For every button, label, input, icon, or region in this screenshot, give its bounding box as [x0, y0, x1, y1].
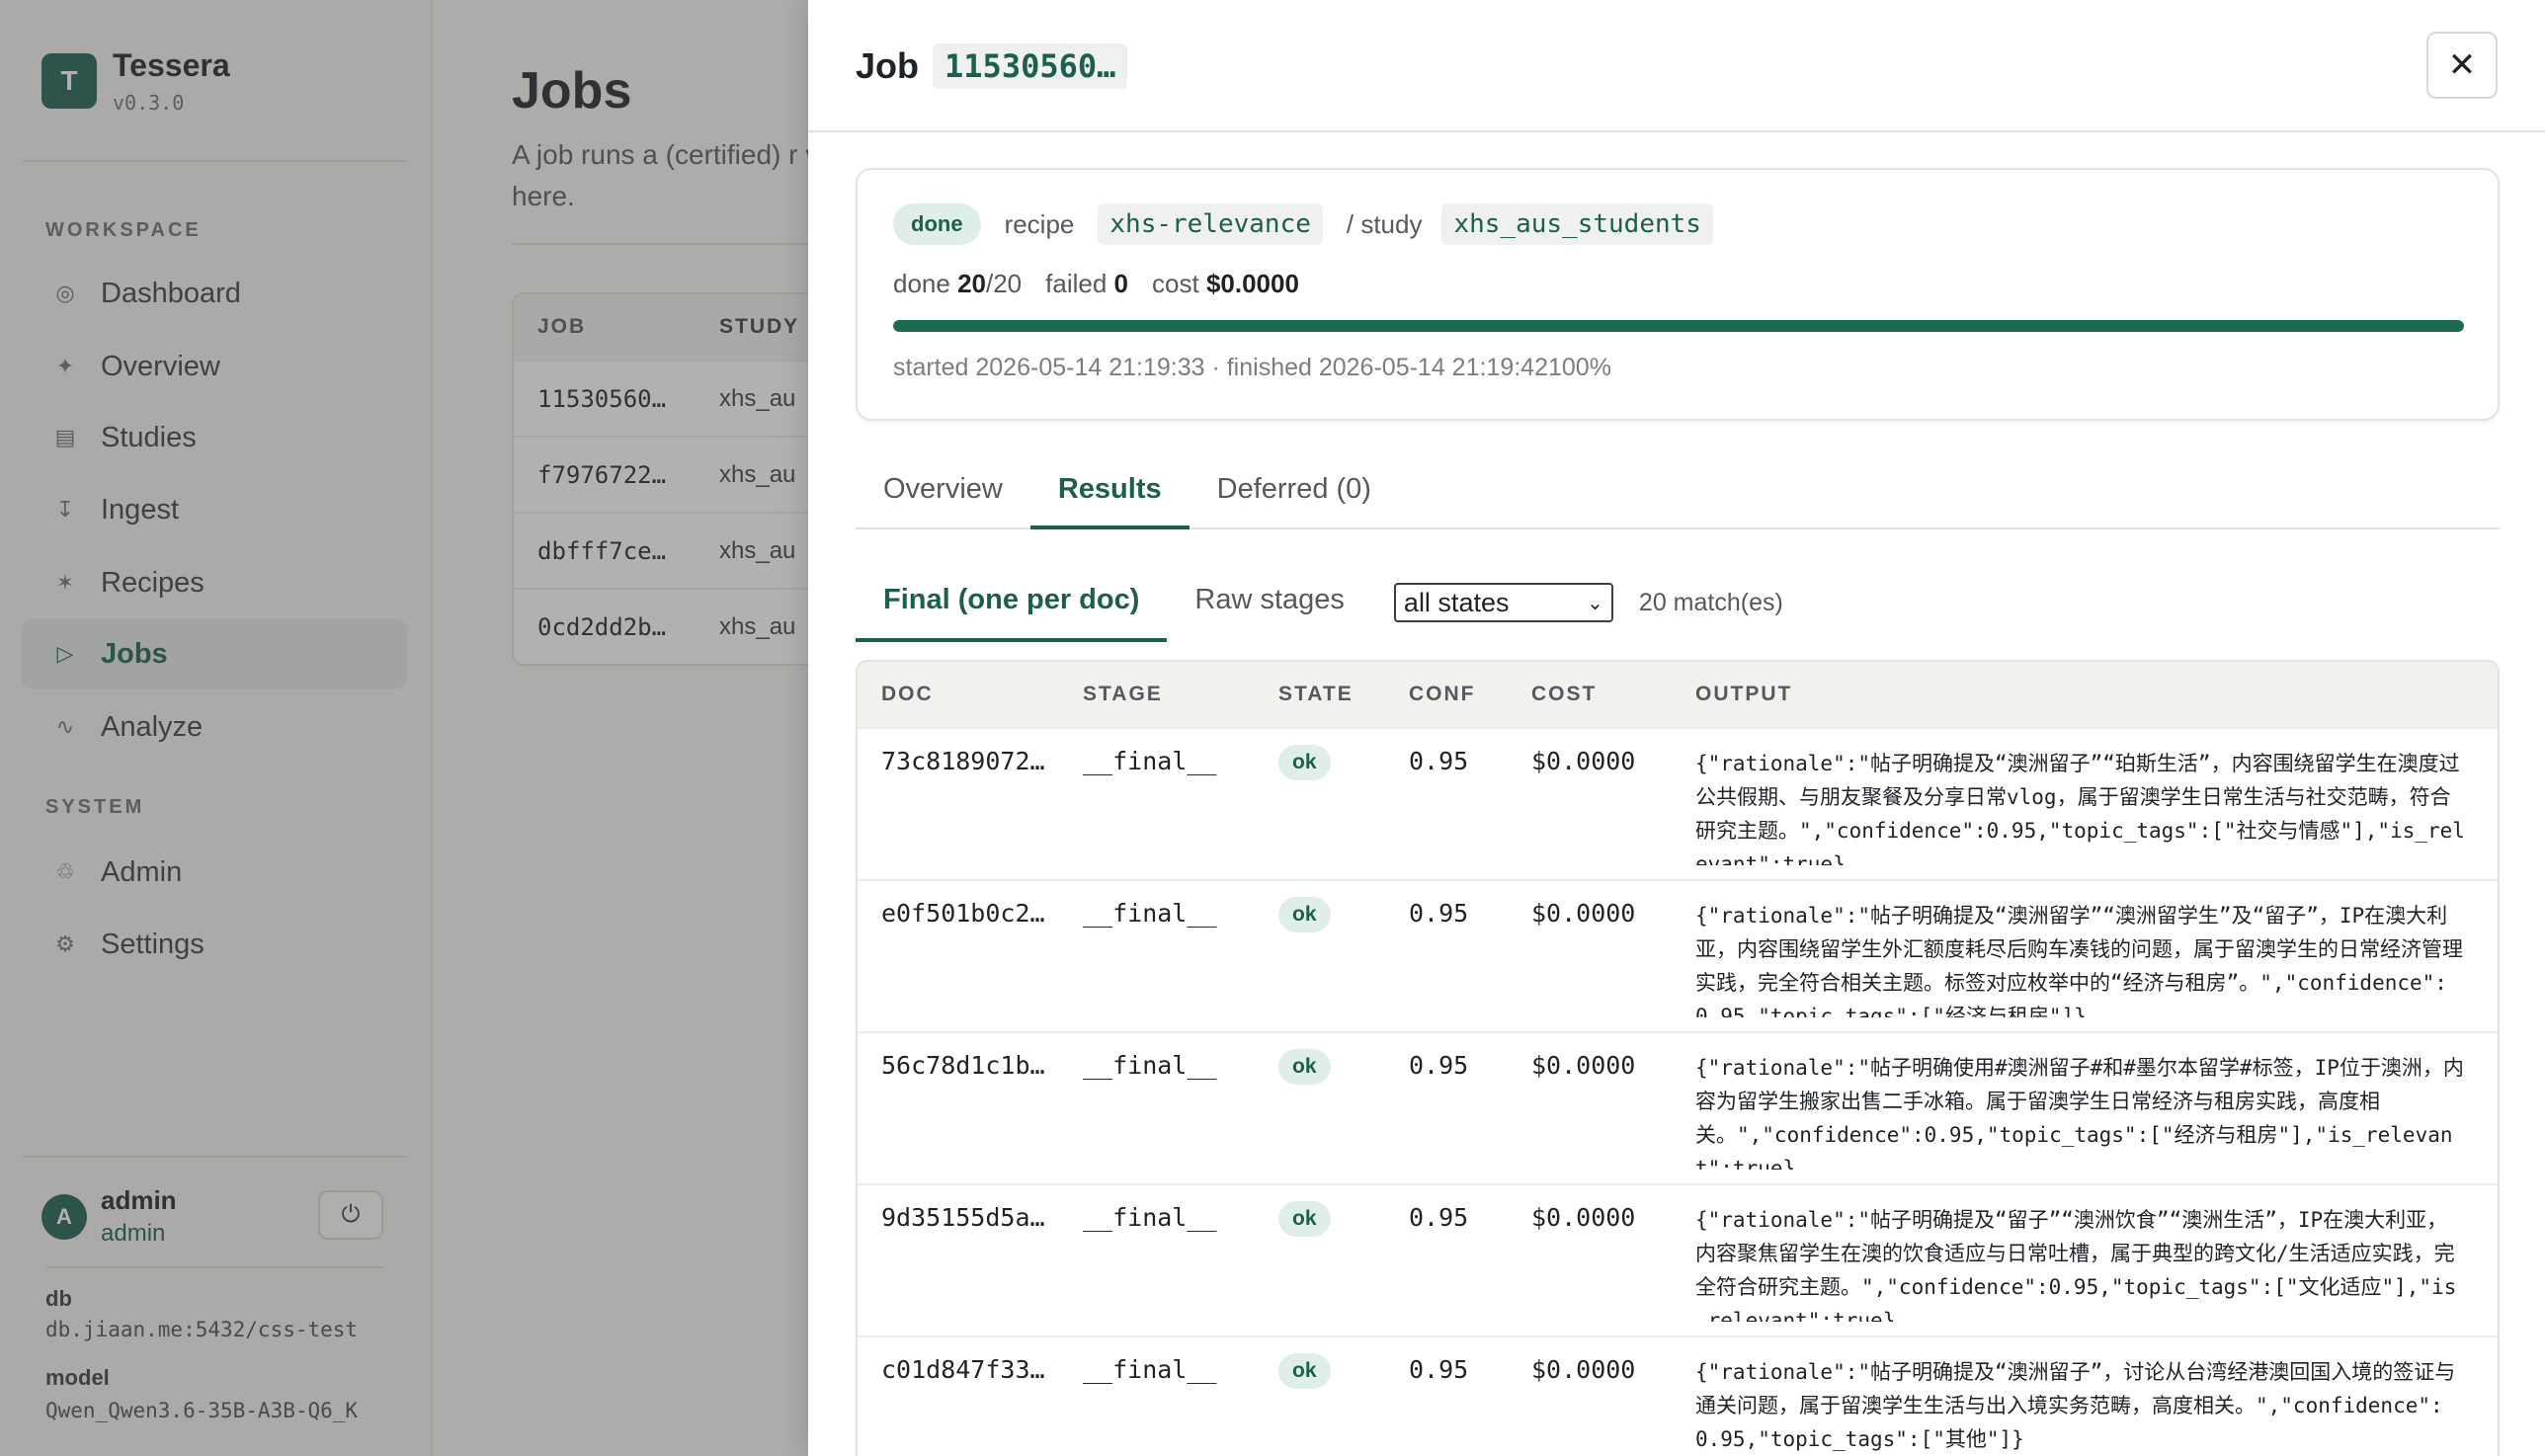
col-header-output: OUTPUT: [1695, 683, 1793, 705]
col-header-state: STATE: [1278, 683, 1354, 705]
modal-backdrop[interactable]: [0, 0, 808, 1456]
match-count: 20 match(es): [1638, 588, 1783, 616]
close-icon: ✕: [2447, 46, 2477, 84]
progress-bar: [893, 320, 2464, 332]
done-total: /20: [986, 269, 1023, 298]
confidence: 0.95: [1409, 1203, 1469, 1232]
results-table: DOC STAGE STATE CONF COST OUTPUT 73c8189…: [856, 660, 2500, 1456]
cost: $0.0000: [1531, 1355, 1636, 1384]
table-row[interactable]: 73c8189072… __final__ ok 0.95 $0.0000 {"…: [858, 727, 2498, 879]
stage: __final__: [1083, 1051, 1217, 1080]
state-badge: ok: [1278, 745, 1331, 780]
cost-label: cost: [1152, 269, 1199, 298]
tab-overview[interactable]: Overview: [856, 454, 1030, 529]
recipe-name: xhs-relevance: [1098, 203, 1323, 245]
confidence: 0.95: [1409, 899, 1469, 928]
tab-deferred[interactable]: Deferred (0): [1190, 454, 1399, 529]
output-json: {"rationale":"帖子明确提及“澳洲留子”“珀斯生活”，内容围绕留学生…: [1695, 752, 2465, 865]
drawer-job-id: 11530560…: [933, 43, 1128, 89]
study-name: xhs_aus_students: [1441, 203, 1713, 245]
tab-results[interactable]: Results: [1029, 454, 1190, 529]
state-badge: ok: [1278, 1353, 1331, 1389]
col-header-doc: DOC: [881, 683, 934, 705]
cost: $0.0000: [1531, 899, 1636, 928]
close-button[interactable]: ✕: [2426, 32, 2498, 99]
confidence: 0.95: [1409, 1355, 1469, 1384]
failed-stat: failed 0: [1045, 269, 1128, 299]
stage: __final__: [1083, 1203, 1217, 1232]
done-stat: done 20/20: [893, 269, 1022, 299]
stage: __final__: [1083, 747, 1217, 775]
state-filter-value: all states: [1403, 587, 1510, 617]
doc-id: 73c8189072…: [881, 747, 1045, 775]
drawer-tabs: Overview Results Deferred (0): [856, 454, 2500, 529]
cost: $0.0000: [1531, 1203, 1636, 1232]
done-label: done: [893, 269, 950, 298]
state-badge: ok: [1278, 1201, 1331, 1237]
output-json: {"rationale":"帖子明确提及“留子”“澳洲饮食”“澳洲生活”，IP在…: [1695, 1208, 2457, 1322]
subtab-raw-stages[interactable]: Raw stages: [1167, 563, 1372, 642]
output-json: {"rationale":"帖子明确提及“澳洲留子”，讨论从台湾经港澳回国入境的…: [1695, 1360, 2456, 1451]
failed-count: 0: [1113, 269, 1129, 298]
table-row[interactable]: 56c78d1c1b… __final__ ok 0.95 $0.0000 {"…: [858, 1031, 2498, 1183]
doc-id: 56c78d1c1b…: [881, 1051, 1045, 1080]
progress-fill: [893, 320, 2464, 332]
stage: __final__: [1083, 1355, 1217, 1384]
doc-id: e0f501b0c2…: [881, 899, 1045, 928]
subtab-final[interactable]: Final (one per doc): [856, 563, 1168, 642]
failed-label: failed: [1045, 269, 1108, 298]
results-subtabs: Final (one per doc) Raw stages all state…: [856, 563, 1783, 642]
drawer-header: Job 11530560… ✕: [808, 0, 2545, 132]
state-badge: ok: [1278, 1049, 1331, 1085]
stage: __final__: [1083, 899, 1217, 928]
output-json: {"rationale":"帖子明确使用#澳洲留子#和#墨尔本留学#标签，IP位…: [1695, 1056, 2464, 1170]
table-row[interactable]: 9d35155d5a… __final__ ok 0.95 $0.0000 {"…: [858, 1183, 2498, 1335]
col-header-stage: STAGE: [1083, 683, 1163, 705]
job-summary-card: done recipe xhs-relevance / study xhs_au…: [856, 168, 2500, 421]
table-row[interactable]: c01d847f33… __final__ ok 0.95 $0.0000 {"…: [858, 1335, 2498, 1456]
drawer-title-text: Job: [856, 45, 920, 86]
col-header-cost: COST: [1531, 683, 1598, 705]
cost-value: $0.0000: [1205, 269, 1299, 298]
col-header-conf: CONF: [1409, 683, 1476, 705]
job-detail-drawer: Job 11530560… ✕ done recipe xhs-relevanc…: [808, 0, 2545, 1456]
results-table-header: DOC STAGE STATE CONF COST OUTPUT: [858, 662, 2498, 727]
doc-id: c01d847f33…: [881, 1355, 1045, 1384]
chevron-down-icon: ⌄: [1587, 592, 1603, 614]
state-badge: ok: [1278, 897, 1331, 932]
output-json: {"rationale":"帖子明确提及“澳洲留学”“澳洲留学生”及“留子”，I…: [1695, 904, 2463, 1017]
drawer-title: Job 11530560…: [856, 43, 1128, 89]
cost: $0.0000: [1531, 1051, 1636, 1080]
confidence: 0.95: [1409, 1051, 1469, 1080]
status-badge: done: [893, 203, 981, 245]
table-row[interactable]: e0f501b0c2… __final__ ok 0.95 $0.0000 {"…: [858, 879, 2498, 1031]
done-count: 20: [957, 269, 986, 298]
recipe-label: recipe: [1004, 208, 1075, 239]
study-label: / study: [1346, 208, 1423, 239]
job-timeline: started 2026-05-14 21:19:33 · finished 2…: [893, 354, 1611, 381]
cost: $0.0000: [1531, 747, 1636, 775]
cost-stat: cost $0.0000: [1152, 269, 1299, 299]
confidence: 0.95: [1409, 747, 1469, 775]
doc-id: 9d35155d5a…: [881, 1203, 1045, 1232]
state-filter-select[interactable]: all states ⌄: [1393, 583, 1613, 622]
